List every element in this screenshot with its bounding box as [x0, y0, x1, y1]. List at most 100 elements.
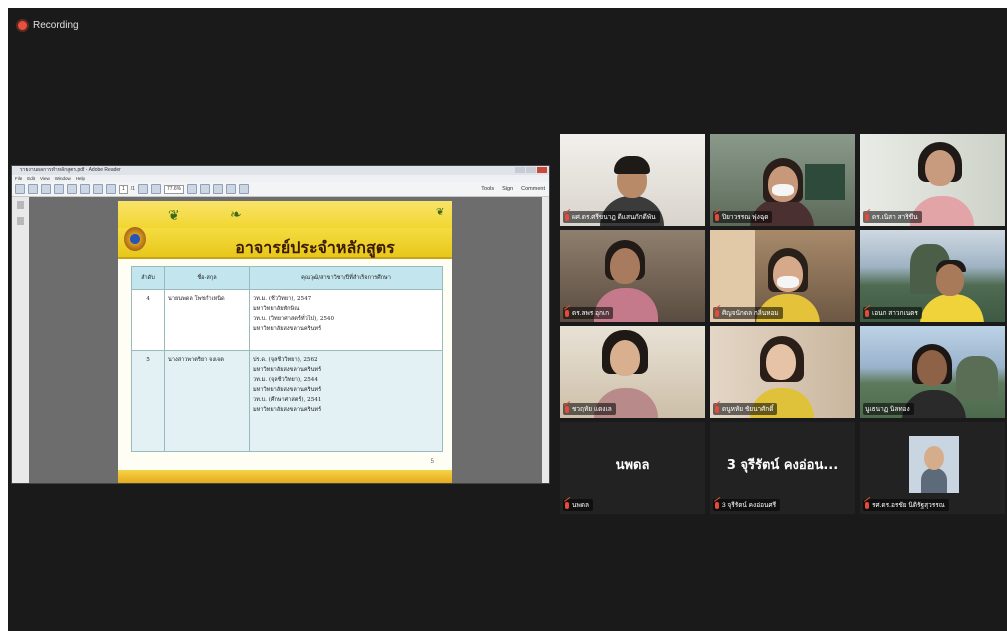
record-icon [18, 21, 27, 30]
slide-title: อาจารย์ประจำหลักสูตร [235, 238, 395, 257]
table-row: 4 นายนพดล โพชกำเหนิด วท.ม. (ชีววิทยา), 2… [131, 289, 443, 351]
column-header-name: ชื่อ-สกุล [164, 266, 250, 290]
pdf-document-area: ❦ ❧ ❦ อาจารย์ประจำหลักสูตร ลำดับ ชื่อ-สก… [12, 197, 549, 483]
email-icon[interactable] [80, 184, 90, 194]
column-header-qualification: คุณวุฒิ/สาขาวิชา/ปีที่สำเร็จการศึกษา [249, 266, 443, 290]
participant-name-label: 3 จุรีรัตน์ คงอ่อนศรี [713, 499, 781, 511]
cell-qualification: วท.ม. (ชีววิทยา), 2547 มหาวิทยาลัยทักษิณ… [249, 289, 443, 351]
open-icon[interactable] [15, 184, 25, 194]
recording-label: Recording [33, 20, 79, 31]
qualification-line: วท.ม. (จุลชีววิทยา), 2544 [253, 377, 318, 383]
menu-file[interactable]: File [15, 175, 22, 182]
table-row: 5 นางสาวพาตริยา จงเจต ปร.ด. (จุลชีววิทยา… [131, 350, 443, 452]
participant-tile[interactable]: ปิยาวรรณ ฟุงฉุด [710, 134, 855, 226]
qualification-line: มหาวิทยาลัยสงขลานครินทร์ [253, 387, 322, 393]
create-icon[interactable] [28, 184, 38, 194]
next-page-icon[interactable] [106, 184, 116, 194]
attachment-icon[interactable] [17, 217, 24, 225]
participant-name-label: ดร.ลพร อุกเก [563, 307, 614, 319]
fit-page-icon[interactable] [187, 184, 198, 194]
cell-name: นางสาวพาตริยา จงเจต [164, 350, 250, 452]
minimize-icon[interactable] [515, 167, 525, 173]
participant-name-label: รศ.ดร.อรชัย นิติรัฐสุวรรณ [863, 499, 949, 511]
participant-tile[interactable]: ศิญจนักดล กลิ่นหอม [710, 230, 855, 322]
participant-tile[interactable]: รศ.ดร.อรชัย นิติรัฐสุวรรณ [860, 422, 1005, 514]
mic-muted-icon [565, 213, 569, 221]
pdf-titlebar: รายงานผลการทำหลักสูตร.pdf - Adobe Reader [12, 166, 549, 175]
leaf-decoration-icon: ❦ [436, 207, 445, 218]
comment-tab[interactable]: Comment [521, 186, 545, 192]
mic-muted-icon [865, 501, 869, 509]
prev-page-icon[interactable] [93, 184, 103, 194]
zoom-out-icon[interactable] [137, 184, 148, 194]
cell-index: 5 [131, 350, 165, 452]
participant-tile[interactable]: ดร.เนิสา สาริขึน [860, 134, 1005, 226]
participant-name-label: ปิยาวรรณ ฟุงฉุด [713, 211, 773, 223]
pdf-scrollbar[interactable] [542, 197, 549, 483]
zoom-in-icon[interactable] [150, 184, 161, 194]
participant-name-label: ดนูหทัย ชัยนาศักดิ์ [713, 403, 778, 415]
participant-tile[interactable]: 3 จุรีรัตน์ คงอ่อน... 3 จุรีรัตน์ คงอ่อน… [710, 422, 855, 514]
mic-muted-icon [715, 309, 719, 317]
qualification-line: ปร.ด. (จุลชีววิทยา), 2562 [253, 357, 318, 363]
participant-name-label: นพดล [563, 499, 593, 511]
qualification-line: วท.บ. (ศึกษาศาสตร์), 2541 [253, 397, 322, 403]
leaf-decoration-icon: ❦ [168, 207, 180, 223]
participant-name-label: ดร.เนิสา สาริขึน [863, 211, 922, 223]
close-icon[interactable] [537, 167, 547, 173]
participant-avatar [909, 436, 959, 493]
participant-tile[interactable]: ดร.ลพร อุกเก [560, 230, 705, 322]
mic-muted-icon [865, 309, 869, 317]
edit-icon[interactable] [41, 184, 51, 194]
mic-muted-icon [715, 501, 719, 509]
fit-width-icon[interactable] [200, 184, 211, 194]
cell-qualification: ปร.ด. (จุลชีววิทยา), 2562 มหาวิทยาลัยสงข… [249, 350, 443, 452]
sign-tab[interactable]: Sign [502, 186, 513, 192]
sign-icon[interactable] [226, 184, 237, 194]
qualification-line: มหาวิทยาลัยสงขลานครินทร์ [253, 407, 322, 413]
menu-help[interactable]: Help [76, 175, 85, 182]
qualification-line: มหาวิทยาลัยทักษิณ [253, 306, 300, 312]
pdf-toolbar: 1 /1 77.6% Tools Sign Comment [12, 182, 549, 197]
qualification-line: วท.บ. (วิทยาศาสตร์ทั่วไป), 2540 [253, 316, 335, 322]
pdf-title: รายงานผลการทำหลักสูตร.pdf - Adobe Reader [20, 167, 121, 173]
maximize-icon[interactable] [526, 167, 536, 173]
participant-tile[interactable]: ชวฤทัย แดงเล [560, 326, 705, 418]
tools-tab[interactable]: Tools [481, 186, 494, 192]
meeting-stage: Recording รายงานผลการทำหลักสูตร.pdf - Ad… [8, 8, 1007, 631]
participant-name-label: ผศ.ดร.ศรีขนาฎ ดีแสนภักดีพัน [563, 211, 660, 223]
pdf-sidebar [12, 197, 29, 483]
pdf-menubar: File Edit View Window Help [12, 175, 549, 182]
menu-view[interactable]: View [40, 175, 50, 182]
column-header-index: ลำดับ [131, 266, 165, 290]
slide-page-number: 5 [430, 459, 434, 465]
recording-indicator[interactable]: Recording [18, 20, 79, 31]
participant-tile-active-speaker[interactable]: นูเธนาฏ นิลทอง [860, 326, 1005, 418]
mic-muted-icon [865, 213, 869, 221]
qualification-line: วท.ม. (ชีววิทยา), 2547 [253, 296, 312, 302]
comment-icon[interactable] [213, 184, 224, 194]
qualification-line: มหาวิทยาลัยสงขลานครินทร์ [253, 367, 322, 373]
participant-name-label: ศิญจนักดล กลิ่นหอม [713, 307, 783, 319]
participant-tile[interactable]: ผศ.ดร.ศรีขนาฎ ดีแสนภักดีพัน [560, 134, 705, 226]
slide-page: ❦ ❧ ❦ อาจารย์ประจำหลักสูตร ลำดับ ชื่อ-สก… [118, 201, 452, 483]
participant-name-label: ชวฤทัย แดงเล [563, 403, 616, 415]
mic-muted-icon [715, 405, 719, 413]
participant-tile[interactable]: ดนูหทัย ชัยนาศักดิ์ [710, 326, 855, 418]
participant-display-name: 3 จุรีรัตน์ คงอ่อน... [726, 458, 839, 473]
instructor-table: ลำดับ ชื่อ-สกุล คุณวุฒิ/สาขาวิชา/ปีที่สำ… [131, 266, 443, 452]
mic-muted-icon [565, 501, 569, 509]
zoom-select[interactable]: 77.6% [163, 184, 185, 194]
page-number-input[interactable]: 1 [119, 184, 128, 194]
pages-icon[interactable] [17, 201, 24, 209]
expand-icon[interactable] [239, 184, 250, 194]
mic-muted-icon [565, 405, 569, 413]
participant-tile[interactable]: เอนก สาวกเนตร [860, 230, 1005, 322]
print-icon[interactable] [67, 184, 77, 194]
participant-tile[interactable]: นพดล นพดล [560, 422, 705, 514]
save-icon[interactable] [54, 184, 64, 194]
mic-muted-icon [715, 213, 719, 221]
menu-edit[interactable]: Edit [27, 175, 35, 182]
slide-footer-band [118, 470, 452, 483]
menu-window[interactable]: Window [55, 175, 71, 182]
